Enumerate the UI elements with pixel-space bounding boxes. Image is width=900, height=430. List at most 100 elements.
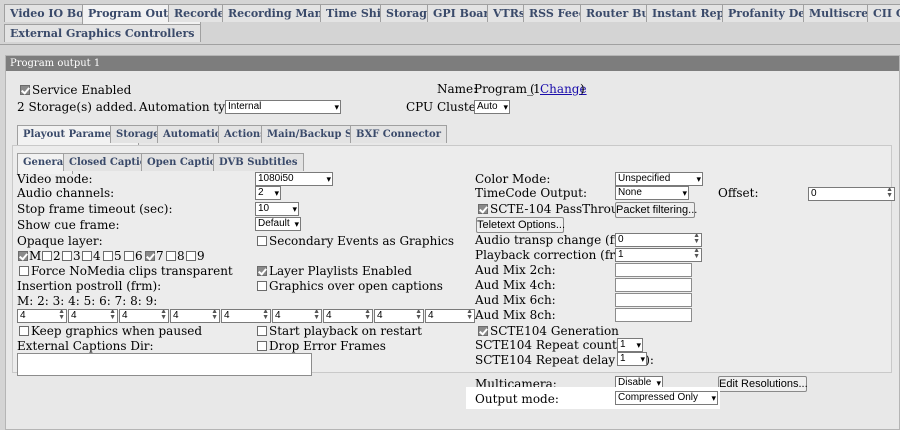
spinner-arrows-icon[interactable]: ▲ ▼ [58, 310, 65, 321]
output-mode-select[interactable]: Compressed Only ▾ [615, 391, 718, 405]
spinner-arrows-icon[interactable]: ▲ ▼ [415, 310, 422, 321]
postroll-input-7[interactable]: 4 ▲ ▼ [323, 309, 373, 323]
playback-correction-value: 1 [618, 249, 624, 260]
scte-generation-label: SCTE104 Generation [490, 324, 619, 338]
aud-mix-4ch-input[interactable] [615, 278, 692, 292]
chevron-down-icon: ▾ [326, 174, 331, 184]
opaque-checkbox-8[interactable] [166, 251, 176, 261]
opaque-checkbox-9[interactable] [186, 251, 196, 261]
chevron-down-icon: ▾ [334, 102, 339, 112]
tab-dvb-subtitles[interactable]: DVB Subtitles [213, 153, 304, 171]
offset-value: 0 [811, 188, 817, 199]
show-cue-select[interactable]: Default ▾ [255, 217, 301, 231]
output-mode-value: Compressed Only [618, 392, 699, 403]
secondary-events-checkbox[interactable] [257, 236, 267, 246]
tab-cii[interactable]: CII Gr [867, 4, 900, 22]
opaque-label-3: 3 [73, 249, 81, 263]
force-nomedia-checkbox[interactable] [19, 266, 29, 276]
inner-tabs: General Closed Captions Open Captions DV… [0, 153, 900, 174]
scte-repeat-count-value: 1 [620, 339, 626, 350]
opaque-label-4: 4 [93, 249, 101, 263]
postroll-value-4: 4 [173, 310, 179, 321]
aud-mix-6ch-input[interactable] [615, 293, 692, 307]
color-mode-value: Unspecified [618, 173, 671, 184]
playback-correction-input[interactable]: 1 ▲ ▼ [615, 248, 702, 262]
postroll-input-6[interactable]: 4 ▲ ▼ [272, 309, 322, 323]
audio-transp-input[interactable]: 0 ▲ ▼ [615, 233, 702, 247]
timecode-output-select[interactable]: None ▾ [615, 186, 689, 200]
aud-mix-8ch-input[interactable] [615, 308, 692, 322]
postroll-input-9[interactable]: 4 ▲ ▼ [425, 309, 475, 323]
spinner-arrows-icon[interactable]: ▲ ▼ [364, 310, 371, 321]
automation-type-select[interactable]: Internal ▾ [225, 100, 341, 114]
output-mode-label: Output mode: [475, 392, 559, 406]
color-mode-select[interactable]: Unspecified ▾ [615, 172, 703, 186]
start-playback-checkbox[interactable] [257, 326, 267, 336]
timecode-output-label: TimeCode Output: [475, 186, 587, 200]
spinner-arrows-icon[interactable]: ▲ ▼ [160, 310, 167, 321]
opaque-checkbox-6[interactable] [124, 251, 134, 261]
graphics-over-captions-label: Graphics over open captions [269, 279, 443, 293]
chevron-down-icon: ▾ [503, 102, 508, 112]
edit-resolutions-button[interactable]: Edit Resolutions... [718, 376, 808, 392]
video-mode-select[interactable]: 1080i50 ▾ [255, 172, 333, 186]
spinner-arrows-icon[interactable]: ▲ ▼ [313, 310, 320, 321]
scte-repeat-count-select[interactable]: 1 ▾ [617, 338, 643, 352]
secondary-events-label: Secondary Events as Graphics [269, 234, 455, 248]
scte-generation-checkbox[interactable] [478, 326, 488, 336]
automation-type-value: Internal [228, 101, 262, 112]
show-cue-value: Default [258, 218, 290, 229]
opaque-checkbox-3[interactable] [62, 251, 72, 261]
opaque-checkbox-5[interactable] [103, 251, 113, 261]
postroll-input-8[interactable]: 4 ▲ ▼ [374, 309, 424, 323]
stop-frame-select[interactable]: 10 ▾ [255, 202, 299, 216]
audio-channels-select[interactable]: 2 ▾ [255, 186, 281, 200]
external-captions-input[interactable] [17, 353, 312, 376]
layer-playlists-checkbox[interactable] [257, 266, 267, 276]
paren-open: ( [530, 82, 535, 96]
scte-repeat-delay-select[interactable]: 1 ▾ [617, 352, 647, 366]
postroll-input-2[interactable]: 4 ▲ ▼ [68, 309, 118, 323]
service-enabled-checkbox[interactable] [20, 85, 30, 95]
postroll-input-3[interactable]: 4 ▲ ▼ [119, 309, 169, 323]
tab-external-graphics-controllers[interactable]: External Graphics Controllers [4, 24, 201, 42]
postroll-value-7: 4 [326, 310, 332, 321]
cpu-cluster-value: Auto [477, 101, 498, 112]
opaque-checkbox-m[interactable] [18, 251, 28, 261]
service-enabled-label: Service Enabled [32, 83, 132, 97]
postroll-input-4[interactable]: 4 ▲ ▼ [170, 309, 220, 323]
tab-bxf-connector[interactable]: BXF Connector [350, 125, 447, 143]
spinner-arrows-icon[interactable]: ▲ ▼ [693, 234, 700, 245]
spinner-arrows-icon[interactable]: ▲ ▼ [886, 188, 893, 199]
spinner-arrows-icon[interactable]: ▲ ▼ [211, 310, 218, 321]
cpu-cluster-select[interactable]: Auto ▾ [474, 100, 510, 114]
drop-error-frames-checkbox[interactable] [257, 341, 267, 351]
spinner-arrows-icon[interactable]: ▲ ▼ [466, 310, 473, 321]
opaque-label-8: 8 [177, 249, 185, 263]
packet-filtering-button[interactable]: Packet filtering... [615, 202, 697, 218]
aud-mix-6ch-label: Aud Mix 6ch: [475, 293, 556, 307]
postroll-value-3: 4 [122, 310, 128, 321]
aud-mix-2ch-input[interactable] [615, 263, 692, 277]
postroll-value-2: 4 [71, 310, 77, 321]
spinner-arrows-icon[interactable]: ▲ ▼ [262, 310, 269, 321]
postroll-input-m[interactable]: 4 ▲ ▼ [17, 309, 67, 323]
chevron-down-icon: ▾ [711, 393, 716, 403]
chevron-down-icon: ▾ [640, 354, 645, 364]
keep-graphics-checkbox[interactable] [19, 326, 29, 336]
teletext-options-button[interactable]: Teletext Options... [476, 217, 565, 233]
postroll-input-5[interactable]: 4 ▲ ▼ [221, 309, 271, 323]
spinner-arrows-icon[interactable]: ▲ ▼ [109, 310, 116, 321]
audio-channels-value: 2 [258, 187, 264, 198]
insertion-postroll-label: Insertion postroll (frm): [17, 279, 162, 293]
scte-passthrough-checkbox[interactable] [478, 204, 488, 214]
offset-input[interactable]: 0 ▲ ▼ [808, 187, 895, 201]
chevron-down-icon: ▾ [682, 188, 687, 198]
graphics-over-captions-checkbox[interactable] [257, 281, 267, 291]
opaque-checkbox-4[interactable] [82, 251, 92, 261]
opaque-checkbox-2[interactable] [42, 251, 52, 261]
opaque-checkbox-7[interactable] [145, 251, 155, 261]
sub-tabs: Playout Parameters Storages Automation A… [0, 125, 900, 146]
spinner-arrows-icon[interactable]: ▲ ▼ [693, 249, 700, 260]
opaque-label-m: M [29, 249, 42, 263]
